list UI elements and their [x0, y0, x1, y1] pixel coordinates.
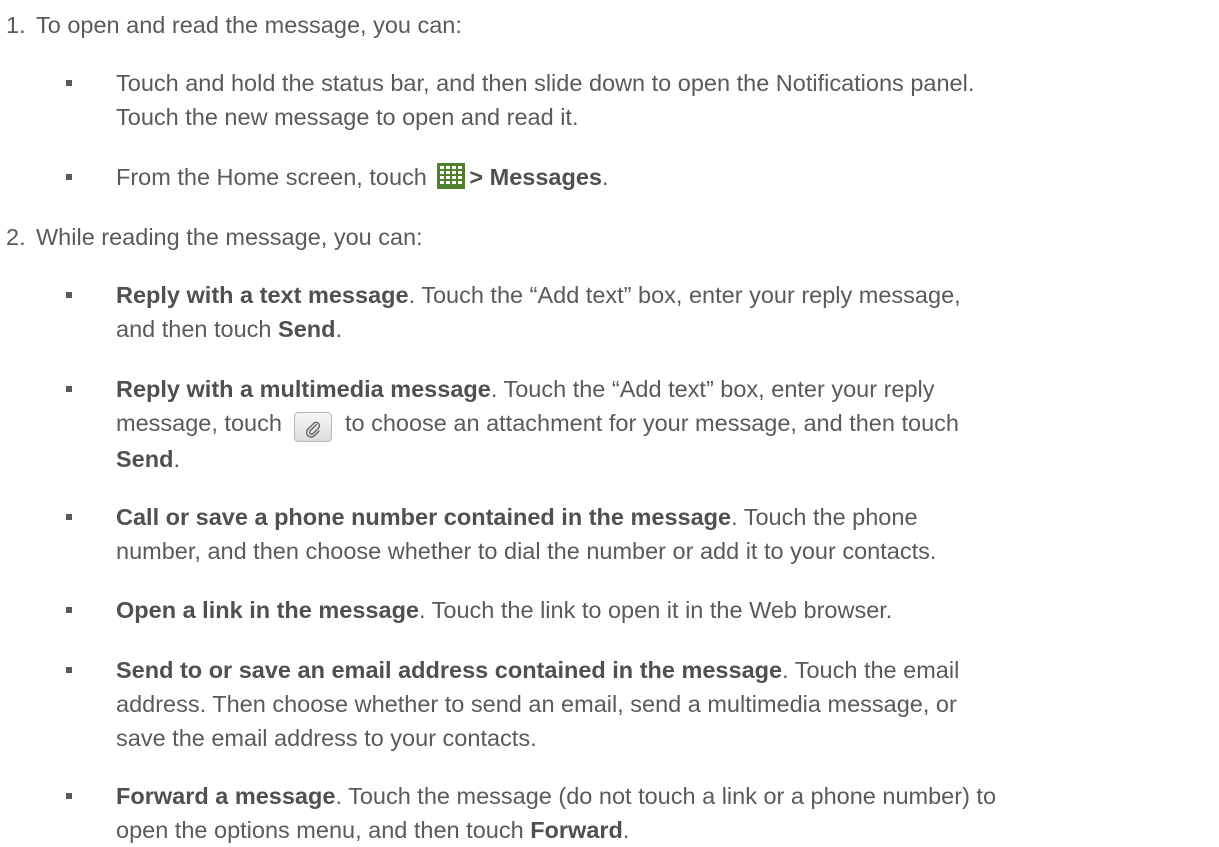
bullet-heading: Call or save a phone number contained in…	[116, 504, 732, 530]
bullet-text-post: .	[602, 164, 609, 190]
bullet-line: Touch the new message to open and read i…	[116, 104, 579, 130]
bullet-heading: Reply with a multimedia message	[116, 376, 491, 402]
bullet-icon	[66, 80, 72, 86]
step-number: 2.	[6, 224, 26, 250]
bullet-heading: Reply with a text message	[116, 282, 409, 308]
bullet-icon	[66, 793, 72, 799]
bullet-text-bold: > Messages	[469, 164, 602, 190]
bullet-icon	[66, 667, 72, 673]
bullet-heading: Forward a message	[116, 783, 336, 809]
bullet-icon	[66, 607, 72, 613]
step-number: 1.	[6, 12, 26, 38]
step-text: To open and read the message, you can:	[36, 12, 462, 38]
paperclip-icon	[294, 412, 333, 442]
step-text: While reading the message, you can:	[36, 224, 423, 250]
bullet-line: Touch and hold the status bar, and then …	[116, 70, 975, 96]
apps-grid-icon	[437, 163, 466, 189]
document-page: 1. To open and read the message, you can…	[0, 0, 1219, 845]
bullet-heading: Send to or save an email address contain…	[116, 657, 783, 683]
bullet-icon	[66, 514, 72, 520]
bullet-icon	[66, 292, 72, 298]
bullet-text-pre: From the Home screen, touch	[116, 164, 434, 190]
bullet-icon	[66, 174, 72, 180]
bullet-icon	[66, 386, 72, 392]
bullet-heading: Open a link in the message	[116, 597, 419, 623]
